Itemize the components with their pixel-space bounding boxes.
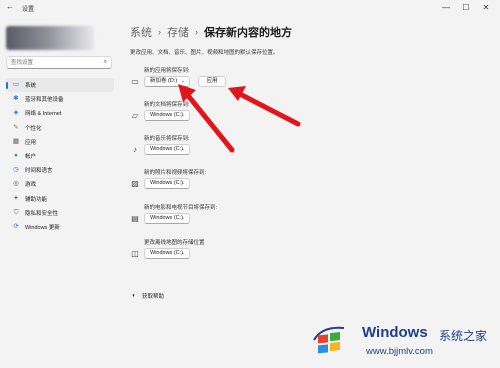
setting-label: 新的应用将保存到:: [144, 68, 190, 74]
window-controls: — ☐ ✕: [436, 2, 496, 14]
sidebar-item-label: Windows 更新: [25, 224, 60, 231]
page-title: 保存新内容的地方: [204, 27, 292, 39]
close-button[interactable]: ✕: [476, 2, 496, 14]
watermark-subtitle: 系统之家: [439, 329, 488, 343]
drive-select-value: 新加卷 (D:): [150, 78, 178, 84]
network-icon: ◈: [13, 109, 19, 117]
account-avatar-blurred[interactable]: [6, 26, 94, 50]
breadcrumb-system[interactable]: 系统: [130, 24, 152, 40]
minimize-button[interactable]: —: [436, 2, 456, 14]
drive-select-value: Windows (C:): [150, 112, 184, 118]
app-title: 设置: [22, 7, 35, 13]
sidebar-item-0[interactable]: ▭ 系统: [6, 78, 114, 93]
folder-icon: ▱: [131, 111, 139, 120]
chevron-down-icon: ⌄: [180, 146, 185, 152]
chevron-right-icon: ›: [158, 27, 161, 37]
setting-label: 新的文档将保存到:: [144, 102, 190, 108]
accessibility-icon: ✦: [13, 194, 19, 202]
watermark-title: Windows: [362, 324, 428, 341]
page-description: 更改应用、文档、音乐、图片、视频和地图的默认保存位置。: [130, 50, 279, 56]
breadcrumb-storage[interactable]: 存储: [167, 24, 189, 40]
search-input[interactable]: [11, 59, 95, 67]
gamepad-icon: ◎: [13, 180, 19, 188]
sidebar-item-label: 隐私和安全性: [25, 210, 59, 217]
clock-globe-icon: ◷: [13, 166, 19, 174]
chevron-down-icon: ⌄: [180, 215, 185, 221]
watermark-url: www.bjjmlv.com: [366, 346, 433, 357]
drive-select[interactable]: 新加卷 (D:) ⌄: [144, 76, 190, 87]
sidebar-item-label: 辅助功能: [25, 196, 48, 203]
sidebar-item-label: 时间和语言: [25, 168, 53, 175]
bluetooth-icon: ✱: [13, 95, 19, 103]
sidebar-item-label: 游戏: [25, 182, 37, 189]
sidebar-item-label: 蓝牙和其他设备: [25, 97, 64, 104]
sidebar-item-label: 个性化: [25, 125, 42, 132]
setting-label: 新的照片和视频将保存到:: [144, 170, 207, 176]
maximize-button[interactable]: ☐: [456, 2, 476, 14]
get-help-link[interactable]: ◐ 获取帮助: [130, 292, 164, 300]
apply-button[interactable]: 应用: [198, 76, 226, 87]
help-icon: ◐: [132, 293, 136, 299]
sidebar-item-1[interactable]: ✱ 蓝牙和其他设备: [6, 92, 114, 106]
sidebar-item-5[interactable]: ● 帐户: [6, 149, 114, 163]
setting-label: 新的电影和电视节目将保存到:: [144, 205, 218, 211]
sidebar-item-10[interactable]: ⟳ Windows 更新: [6, 220, 114, 234]
chevron-down-icon: ⌄: [180, 250, 185, 256]
chevron-right-icon: ›: [195, 27, 198, 37]
settings-window: ← 设置 — ☐ ✕ ⌕ ▭ 系统 ✱ 蓝牙和其他设备 ◈ 网络 & Internet ✎ 个…: [0, 0, 500, 368]
drive-select-value: Windows (C:): [150, 146, 184, 152]
map-icon: ◫: [131, 249, 139, 258]
chevron-down-icon: ⌄: [180, 112, 185, 118]
sidebar-item-label: 帐户: [25, 154, 37, 161]
chevron-down-icon: ⌄: [180, 180, 185, 186]
site-watermark: Windows 系统之家 www.bjjmlv.com: [304, 318, 500, 368]
apps-icon: ▦: [12, 137, 20, 145]
drive-select[interactable]: Windows (C:) ⌄: [144, 213, 190, 224]
sidebar-nav: ▭ 系统 ✱ 蓝牙和其他设备 ◈ 网络 & Internet ✎ 个性化 ▦ 应用 ● 帐户 ◷ 时间和语…: [6, 78, 114, 234]
setting-row: 新的应用将保存到: ▭ 新加卷 (D:) ⌄ 应用: [130, 66, 330, 92]
monitor-icon: ▭: [131, 77, 139, 86]
drive-select[interactable]: Windows (C:) ⌄: [144, 110, 190, 121]
update-icon: ⟳: [13, 222, 19, 230]
image-icon: ▨: [131, 179, 139, 188]
setting-label: 新的音乐将保存到:: [144, 136, 190, 142]
drive-select-value: Windows (C:): [150, 180, 184, 186]
chevron-down-icon: ⌄: [180, 78, 185, 84]
drive-select[interactable]: Windows (C:) ⌄: [144, 178, 190, 189]
setting-row: 新的电影和电视节目将保存到: ▤ Windows (C:) ⌄: [130, 203, 330, 229]
movie-icon: ▤: [131, 214, 139, 223]
music-icon: ♪: [133, 145, 137, 154]
drive-select-value: Windows (C:): [150, 250, 184, 256]
sidebar-item-4[interactable]: ▦ 应用: [6, 135, 114, 149]
help-label: 获取帮助: [142, 294, 165, 300]
sidebar-item-6[interactable]: ◷ 时间和语言: [6, 163, 114, 177]
setting-row: 新的音乐将保存到: ♪ Windows (C:) ⌄: [130, 134, 330, 160]
sidebar-item-8[interactable]: ✦ 辅助功能: [6, 192, 114, 206]
title-bar: ← 设置 — ☐ ✕: [0, 0, 500, 18]
setting-label: 更改离线地图的存储位置: [144, 240, 205, 246]
sidebar-item-label: 系统: [25, 83, 37, 90]
setting-row: 更改离线地图的存储位置 ◫ Windows (C:) ⌄: [130, 238, 330, 264]
sidebar-item-2[interactable]: ◈ 网络 & Internet: [6, 106, 114, 120]
drive-select-value: Windows (C:): [150, 215, 184, 221]
drive-select[interactable]: Windows (C:) ⌄: [144, 144, 190, 155]
shield-icon: ⛉: [13, 208, 19, 216]
account-icon: ●: [14, 152, 18, 160]
back-arrow-icon[interactable]: ←: [6, 3, 14, 11]
setting-row: 新的文档将保存到: ▱ Windows (C:) ⌄: [130, 100, 330, 126]
search-icon[interactable]: ⌕: [104, 59, 107, 66]
sidebar-item-7[interactable]: ◎ 游戏: [6, 177, 114, 191]
sidebar-item-3[interactable]: ✎ 个性化: [6, 121, 114, 135]
breadcrumb: 系统 › 存储 › 保存新内容的地方: [130, 24, 292, 40]
setting-row: 新的照片和视频将保存到: ▨ Windows (C:) ⌄: [130, 168, 330, 194]
windows-logo-icon: [313, 326, 345, 354]
sidebar-item-label: 应用: [25, 139, 37, 146]
brush-icon: ✎: [13, 123, 19, 131]
sidebar-item-label: 网络 & Internet: [25, 111, 62, 118]
monitor-icon: ▭: [12, 81, 20, 89]
settings-search-box[interactable]: ⌕: [6, 56, 112, 69]
sidebar-item-9[interactable]: ⛉ 隐私和安全性: [6, 206, 114, 220]
drive-select[interactable]: Windows (C:) ⌄: [144, 248, 190, 259]
